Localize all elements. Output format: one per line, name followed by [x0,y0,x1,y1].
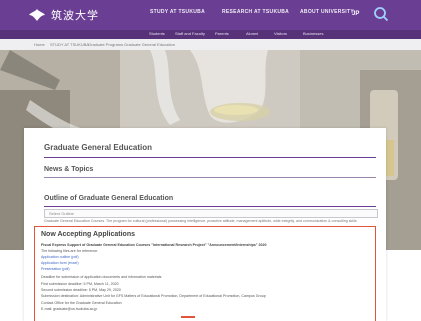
outline-heading: Outline of Graduate General Education [44,195,174,202]
news-heading: News & Topics [44,166,94,173]
applications-line: First submission deadline: 5 PM, March 1… [41,282,119,286]
breadcrumb-programs[interactable]: Graduate Programs [88,42,123,47]
nav-research[interactable]: RESEARCH AT TSUKUBA [222,9,289,15]
top-header: 筑波大学 STUDY AT TSUKUBA RESEARCH AT TSUKUB… [0,0,421,30]
subnav-parents[interactable]: Parents [215,31,229,36]
subnav-visitors[interactable]: Visitors [274,31,287,36]
outline-divider [44,206,376,207]
logo-text: 筑波大学 [51,9,99,22]
applications-line: Contact Office for the Graduate General … [41,301,122,305]
red-accent-mark [181,316,195,318]
subnav-businesses[interactable]: Businesses [303,31,323,36]
applications-line: E-mail: graduate@un.tsukuba.ac.jp [41,307,98,311]
applications-title-line: Fiscal Express Support of Graduate Gener… [41,243,267,247]
outline-description: Graduate General Education Courses. The … [44,219,358,223]
news-divider [44,177,376,178]
breadcrumb-current: Graduate General Education [124,42,175,47]
subnav-alumni[interactable]: Alumni [246,31,258,36]
outline-select-text: Select Outline [49,211,74,216]
nav-about[interactable]: ABOUT UNIVERSITY [300,9,354,15]
language-switch[interactable]: JP [352,11,359,17]
audience-nav: Students Staff and Faculty Parents Alumn… [0,30,421,39]
applications-line: The following files are for reference. [41,249,99,253]
nav-study[interactable]: STUDY AT TSUKUBA [150,9,205,15]
presentation-link[interactable]: Presentation (pdf) [41,267,70,271]
application-form-link[interactable]: Application form (excel) [41,261,79,265]
header-tools: JP [352,4,416,26]
applications-line: Submission destination: Administrative U… [41,294,266,298]
outline-select[interactable]: Select Outline [44,209,378,218]
breadcrumb-study[interactable]: STUDY AT TSUKUBA [50,42,89,47]
breadcrumb-home[interactable]: Home [34,42,45,47]
subnav-students[interactable]: Students [149,31,165,36]
logo-mark-icon [29,9,45,21]
content-card: Graduate General Education News & Topics… [24,128,386,321]
subnav-staff[interactable]: Staff and Faculty [175,31,205,36]
search-icon[interactable] [372,6,390,24]
applications-highlight: Now Accepting Applications Fiscal Expres… [34,226,376,321]
breadcrumb: Home STUDY AT TSUKUBA Graduate Programs … [0,39,421,50]
title-divider [44,157,376,158]
applications-heading: Now Accepting Applications [41,231,135,238]
page-title: Graduate General Education [44,143,153,152]
university-logo[interactable]: 筑波大学 [28,5,100,25]
applications-line: Deadline for submission of application d… [41,275,162,279]
application-outline-link[interactable]: Application outline (pdf) [41,255,79,259]
applications-line: Second submission deadline: 5 PM, May 29… [41,288,121,292]
